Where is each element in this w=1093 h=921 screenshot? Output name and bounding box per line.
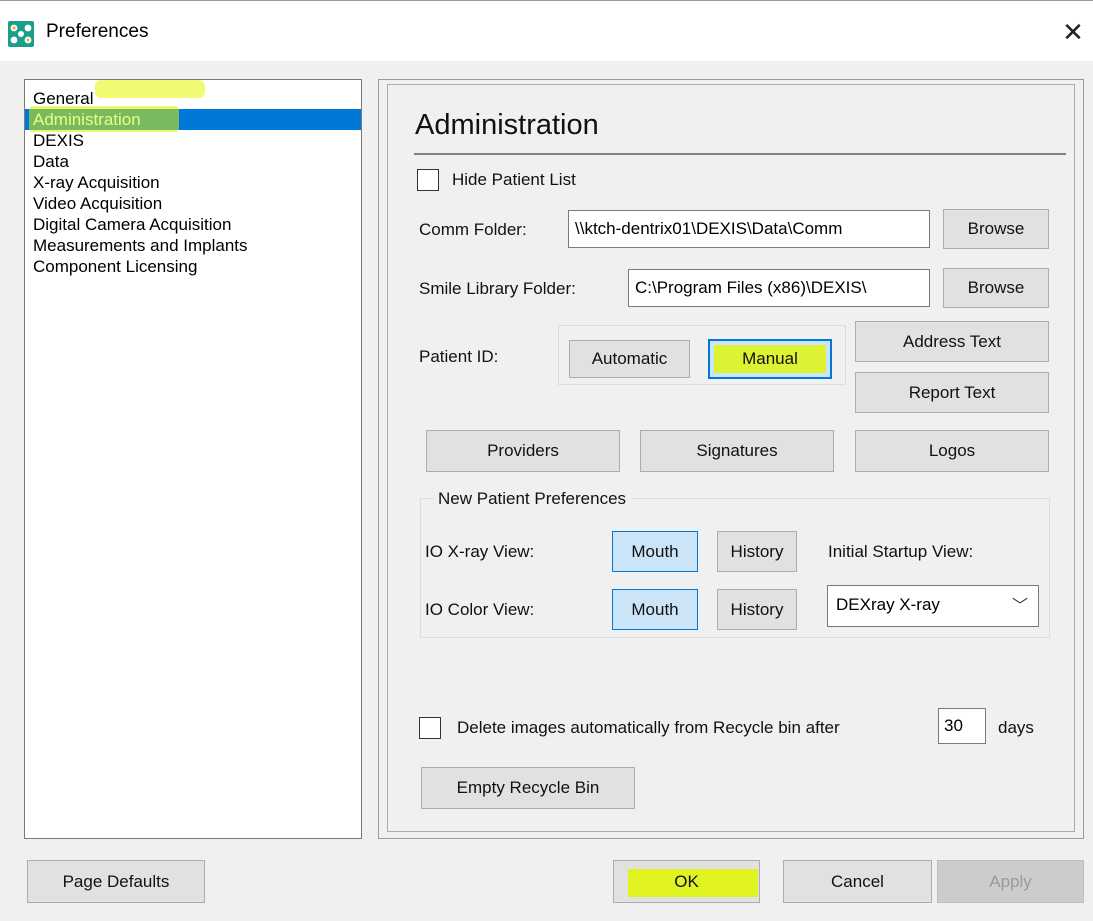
patient-id-automatic-button[interactable]: Automatic xyxy=(569,340,690,378)
title-bar: Preferences ✕ xyxy=(0,1,1093,61)
address-text-button[interactable]: Address Text xyxy=(855,321,1049,362)
logos-button[interactable]: Logos xyxy=(855,430,1049,472)
report-text-button[interactable]: Report Text xyxy=(855,372,1049,413)
sidebar-item-label: Component Licensing xyxy=(33,257,198,276)
sidebar-item-xray-acquisition[interactable]: X-ray Acquisition xyxy=(25,172,361,193)
button-label: Address Text xyxy=(903,331,1001,351)
smile-library-folder-input[interactable]: C:\Program Files (x86)\DEXIS\ xyxy=(628,269,930,307)
dexis-app-icon xyxy=(8,21,34,47)
sidebar-item-digital-camera-acquisition[interactable]: Digital Camera Acquisition xyxy=(25,214,361,235)
sidebar-item-data[interactable]: Data xyxy=(25,151,361,172)
signatures-button[interactable]: Signatures xyxy=(640,430,834,472)
io-xray-mouth-button[interactable]: Mouth xyxy=(612,531,698,572)
sidebar-item-label: Measurements and Implants xyxy=(33,236,248,255)
button-label: Browse xyxy=(967,219,1025,238)
category-list[interactable]: General Administration DEXIS Data X-ray … xyxy=(24,79,362,839)
highlight-mark xyxy=(95,80,205,98)
administration-panel: Administration Hide Patient List Comm Fo… xyxy=(378,79,1084,839)
ok-button[interactable]: OK xyxy=(613,860,760,903)
sidebar-item-component-licensing[interactable]: Component Licensing xyxy=(25,256,361,277)
button-label: Automatic xyxy=(591,349,668,368)
chevron-down-icon: ﹀ xyxy=(1011,598,1028,615)
window-title: Preferences xyxy=(46,21,149,42)
io-color-history-button[interactable]: History xyxy=(717,589,797,630)
sidebar-item-label: Administration xyxy=(33,110,141,129)
comm-folder-browse-button[interactable]: Browse xyxy=(943,209,1049,249)
comm-folder-label: Comm Folder: xyxy=(419,220,527,239)
page-defaults-button[interactable]: Page Defaults xyxy=(27,860,205,903)
io-color-view-label: IO Color View: xyxy=(425,600,535,619)
button-label: Cancel xyxy=(831,871,884,891)
initial-startup-view-label: Initial Startup View: xyxy=(828,542,974,561)
smile-library-folder-label: Smile Library Folder: xyxy=(419,279,576,298)
sidebar-item-administration[interactable]: Administration xyxy=(25,106,361,132)
hide-patient-list-checkbox[interactable] xyxy=(417,169,439,191)
button-label: History xyxy=(730,599,784,619)
recycle-days-input[interactable]: 30 xyxy=(938,708,986,744)
button-label: OK xyxy=(674,871,699,891)
close-icon[interactable]: ✕ xyxy=(1058,17,1088,47)
button-label: Page Defaults xyxy=(62,871,170,891)
recycle-days-suffix: days xyxy=(998,718,1034,737)
button-label: Apply xyxy=(989,871,1032,891)
initial-startup-view-select[interactable]: DEXray X-ray ﹀ xyxy=(827,585,1039,627)
button-label: Mouth xyxy=(631,599,679,619)
delete-recycle-bin-label: Delete images automatically from Recycle… xyxy=(457,718,840,737)
providers-button[interactable]: Providers xyxy=(426,430,620,472)
cancel-button[interactable]: Cancel xyxy=(783,860,932,903)
io-color-mouth-button[interactable]: Mouth xyxy=(612,589,698,630)
sidebar-item-label: Video Acquisition xyxy=(33,194,163,213)
button-label: History xyxy=(730,541,784,561)
io-xray-view-label: IO X-ray View: xyxy=(425,542,535,561)
sidebar-item-video-acquisition[interactable]: Video Acquisition xyxy=(25,193,361,214)
comm-folder-input[interactable]: \\ktch-dentrix01\DEXIS\Data\Comm xyxy=(568,210,930,248)
delete-recycle-bin-checkbox[interactable] xyxy=(419,717,441,739)
button-label: Signatures xyxy=(696,441,778,460)
sidebar-item-dexis[interactable]: DEXIS xyxy=(25,130,361,151)
page-title: Administration xyxy=(415,109,599,141)
panel-frame: Administration Hide Patient List Comm Fo… xyxy=(387,84,1075,832)
button-label: Logos xyxy=(928,441,976,460)
button-label: Mouth xyxy=(631,541,679,561)
button-label: Manual xyxy=(742,349,798,368)
io-xray-history-button[interactable]: History xyxy=(717,531,797,572)
preferences-window: Preferences ✕ General Administration DEX… xyxy=(0,0,1093,921)
new-patient-preferences-title: New Patient Preferences xyxy=(434,489,631,509)
button-label: Report Text xyxy=(908,382,996,402)
sidebar-item-label: X-ray Acquisition xyxy=(33,173,160,192)
button-label: Browse xyxy=(967,278,1025,297)
apply-button[interactable]: Apply xyxy=(937,860,1084,903)
sidebar-item-label: Digital Camera Acquisition xyxy=(33,215,232,234)
sidebar-item-measurements-implants[interactable]: Measurements and Implants xyxy=(25,235,361,256)
smile-library-browse-button[interactable]: Browse xyxy=(943,268,1049,308)
sidebar-item-label: Data xyxy=(33,152,69,171)
heading-divider xyxy=(414,153,1066,155)
empty-recycle-bin-button[interactable]: Empty Recycle Bin xyxy=(421,767,635,809)
startup-view-value: DEXray X-ray xyxy=(836,595,940,614)
button-label: Empty Recycle Bin xyxy=(456,778,600,797)
hide-patient-list-label: Hide Patient List xyxy=(452,170,576,189)
patient-id-label: Patient ID: xyxy=(419,347,499,366)
patient-id-manual-button[interactable]: Manual xyxy=(708,339,832,379)
button-label: Providers xyxy=(487,441,559,460)
sidebar-item-label: DEXIS xyxy=(33,131,85,150)
